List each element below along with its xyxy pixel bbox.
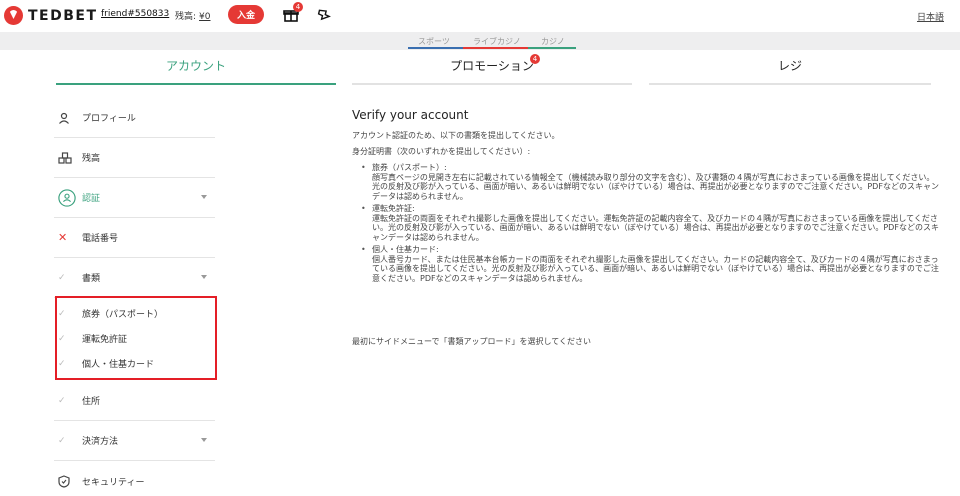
highlight-box	[55, 296, 217, 380]
sidebar-label-security: セキュリティー	[82, 477, 145, 488]
verification-content: Verify your account アカウント認証のため、以下の書類を提出し…	[352, 108, 942, 283]
sidebar-item-phone[interactable]: ✕ 電話番号	[54, 218, 215, 258]
sidebar-label-verification: 認証	[82, 194, 101, 204]
bullet-title-my-number-card: 個人・住基カード:	[372, 245, 439, 254]
tab-account[interactable]: アカウント	[56, 57, 336, 85]
sidebar-label-phone: 電話番号	[82, 234, 119, 244]
sidebar-label-balance: 残高	[82, 154, 101, 164]
id-heading: 身分証明書（次のいずれかを提出してください）:	[352, 147, 531, 156]
chevron-down-icon	[201, 275, 207, 279]
sidebar-item-balance[interactable]: 残高	[54, 138, 215, 178]
sidebar-label-payment: 決済方法	[82, 437, 119, 447]
coins-icon	[58, 151, 76, 164]
strip-underline-casino	[528, 47, 576, 49]
sidebar-item-profile[interactable]: プロフィール	[54, 98, 215, 138]
check-icon: ✓	[58, 272, 66, 283]
check-icon: ✓	[58, 395, 66, 406]
balance-display: 残高: ¥0	[175, 9, 211, 22]
list-item-my-number-card: 個人・住基カード: 個人番号カード、または住民基本台帳カードの両面をそれぞれ撮影…	[352, 245, 942, 283]
bullet-body-drivers-license: 運転免許証の両面をそれぞれ撮影した画像を提出してください。運転免許証の記載内容全…	[372, 213, 939, 242]
sidebar-label-address: 住所	[82, 397, 101, 407]
top-header: TEDBET friend#550833 残高: ¥0 入金 4 日本語	[0, 0, 960, 32]
document-list: 旅券（パスポート）: 顔写真ページの見開き左右に記載されている情報全て（機械読み…	[352, 163, 942, 283]
strip-tab-live-casino[interactable]: ライブカジノ	[473, 36, 521, 47]
bullet-title-drivers-license: 運転免許証:	[372, 204, 415, 213]
tab-account-label: アカウント	[165, 59, 226, 73]
sidebar-item-payment[interactable]: ✓ 決済方法	[54, 421, 215, 461]
sidebar-item-verification[interactable]: 認証	[54, 178, 215, 218]
tab-promotion-label: プロモーション	[450, 59, 534, 73]
language-selector[interactable]: 日本語	[917, 10, 944, 23]
bullet-body-passport: 顔写真ページの見開き左右に記載されている情報全て（機械読み取り部分の文字を含む）…	[372, 172, 939, 201]
list-item-drivers-license: 運転免許証: 運転免許証の両面をそれぞれ撮影した画像を提出してください。運転免許…	[352, 204, 942, 242]
strip-underline-live-casino	[463, 47, 528, 49]
balance-label: 残高:	[175, 12, 197, 22]
logo-icon	[4, 6, 23, 25]
chevron-down-icon	[201, 438, 207, 442]
intro-text: アカウント認証のため、以下の書類を提出してください。	[352, 131, 560, 140]
strip-tab-sports[interactable]: スポーツ	[418, 36, 450, 47]
tab-promotion-underline	[352, 83, 632, 85]
tedbet-logo[interactable]: TEDBET	[4, 6, 98, 25]
sidebar-item-documents[interactable]: ✓ 書類	[54, 258, 215, 298]
bell-icon[interactable]	[316, 6, 332, 22]
gift-badge: 4	[293, 2, 303, 12]
tab-cashier-label: レジ	[777, 59, 802, 73]
tab-cashier[interactable]: レジ	[649, 57, 931, 85]
bullet-body-my-number-card: 個人番号カード、または住民基本台帳カードの両面をそれぞれ撮影した画像を提出してく…	[372, 254, 939, 283]
promotion-badge: 4	[530, 54, 540, 64]
verification-icon	[58, 188, 76, 208]
logo-text: TEDBET	[28, 7, 98, 24]
tab-promotion[interactable]: プロモーション	[352, 57, 632, 85]
instruction-text: 最初にサイドメニューで「書類アップロード」を選択してください	[352, 337, 592, 346]
category-strip: スポーツ ライブカジノ カジノ	[0, 32, 960, 50]
cross-icon: ✕	[58, 231, 68, 244]
deposit-button[interactable]: 入金	[228, 5, 264, 24]
bullet-title-passport: 旅券（パスポート）:	[372, 163, 447, 172]
strip-tab-casino[interactable]: カジノ	[541, 36, 565, 47]
username-link[interactable]: friend#550833	[101, 9, 169, 19]
sidebar-item-security[interactable]: セキュリティー	[54, 461, 215, 496]
balance-value[interactable]: ¥0	[199, 12, 210, 22]
chevron-down-icon	[201, 195, 207, 199]
strip-underline-sports	[408, 47, 463, 49]
list-item-passport: 旅券（パスポート）: 顔写真ページの見開き左右に記載されている情報全て（機械読み…	[352, 163, 942, 201]
sidebar-item-address[interactable]: ✓ 住所	[54, 381, 215, 421]
check-icon: ✓	[58, 435, 66, 446]
user-icon	[58, 112, 76, 124]
shield-icon	[58, 474, 76, 488]
sidebar-label-profile: プロフィール	[82, 114, 136, 124]
page-title: Verify your account	[352, 108, 469, 122]
tab-account-underline	[56, 83, 336, 85]
tab-cashier-underline	[649, 83, 931, 85]
sidebar-label-documents: 書類	[82, 274, 101, 284]
